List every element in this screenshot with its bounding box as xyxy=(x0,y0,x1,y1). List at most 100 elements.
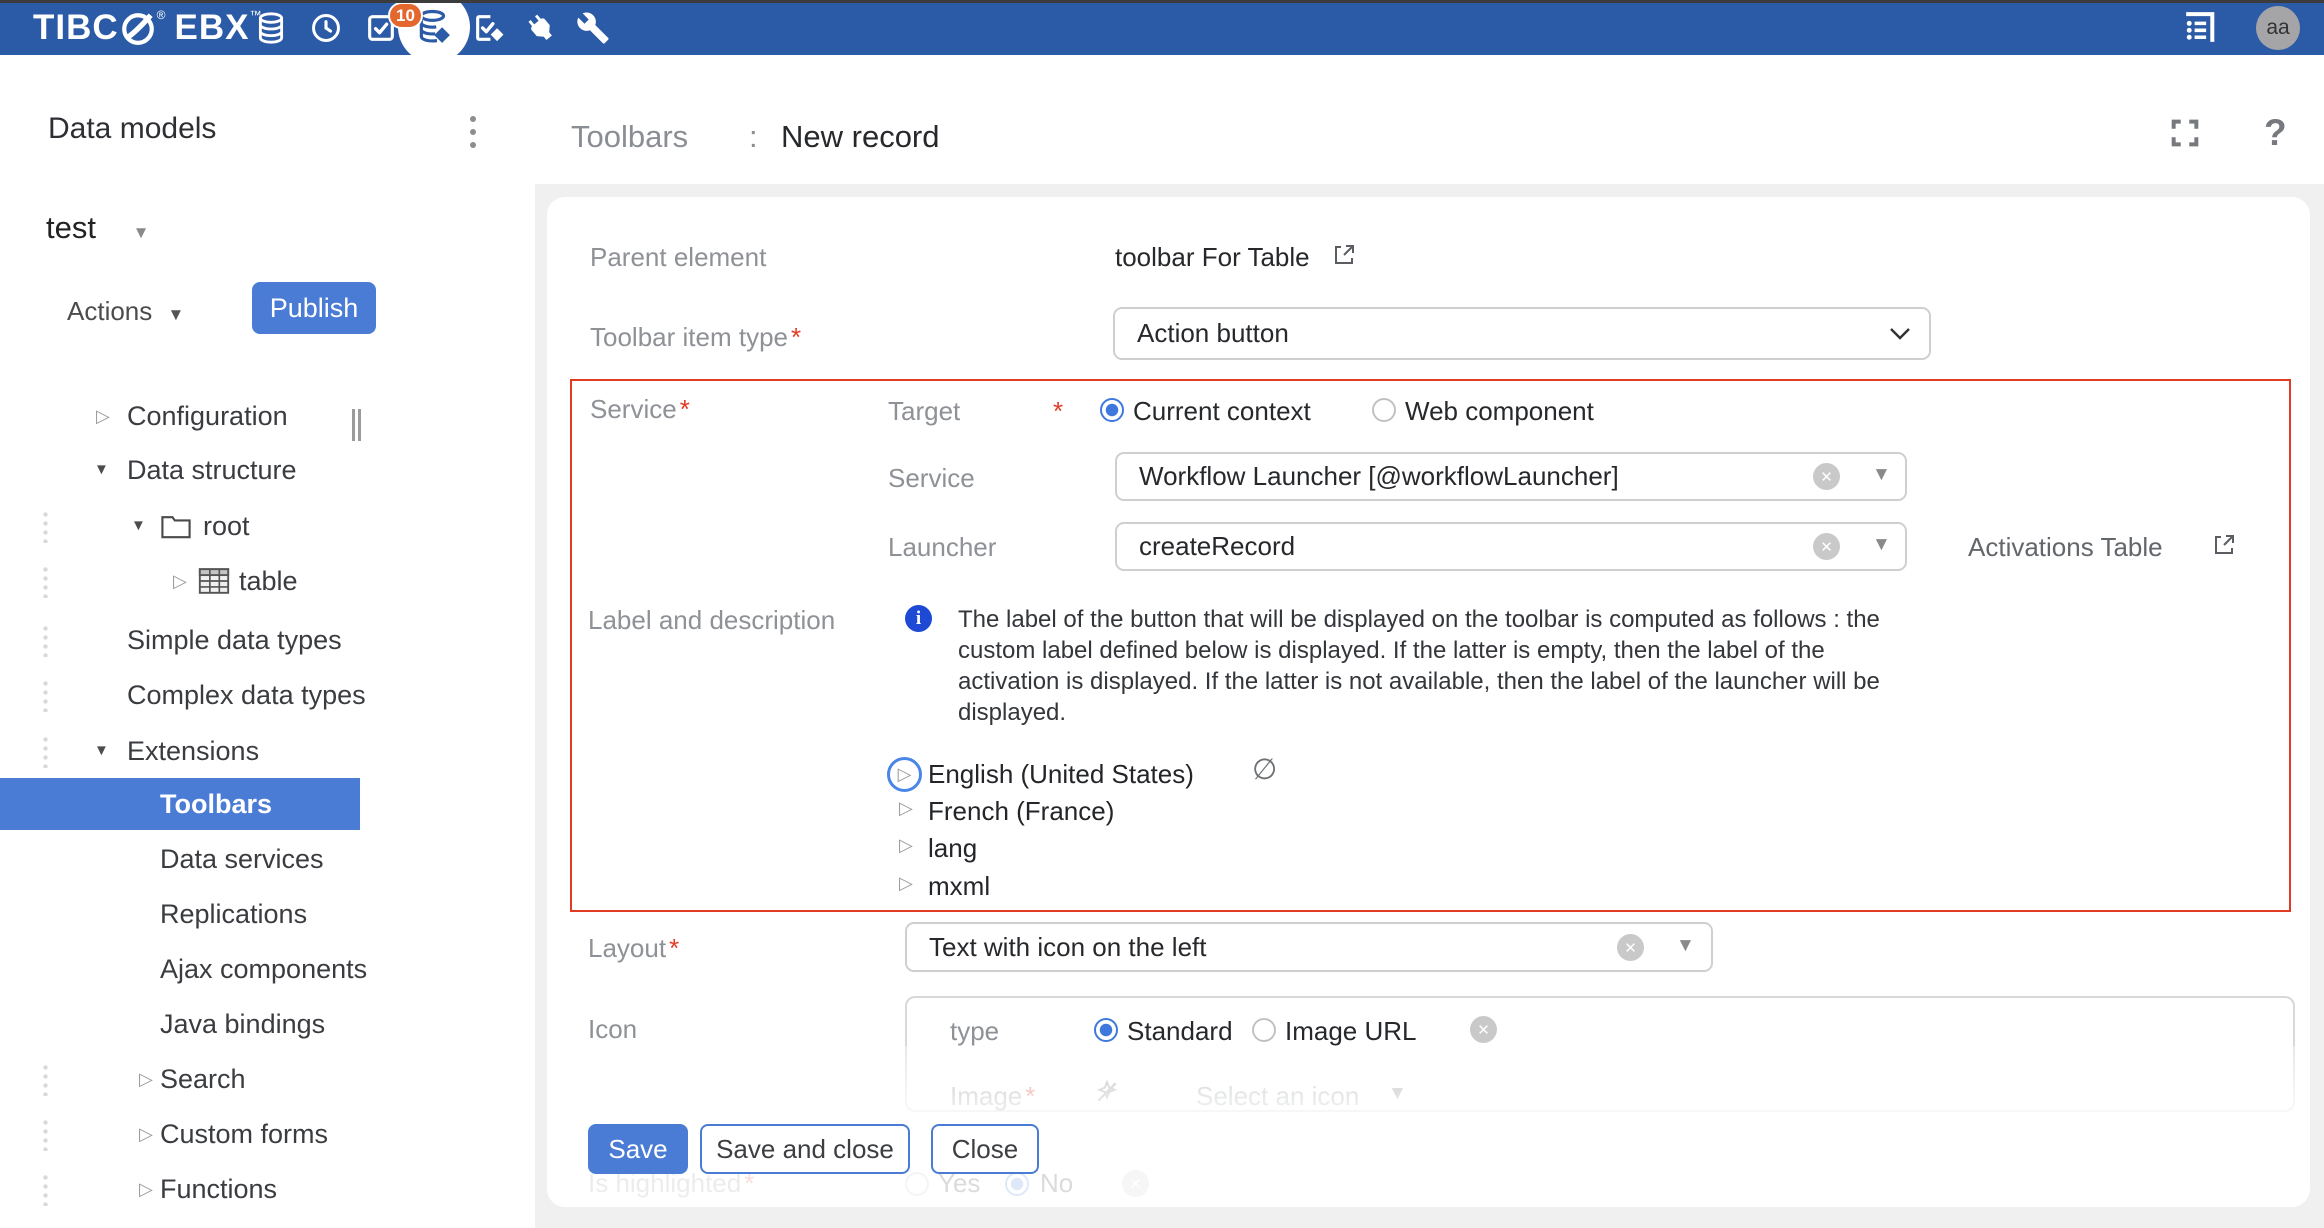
layout-value: Text with icon on the left xyxy=(929,932,1206,963)
chevron-right-icon[interactable] xyxy=(139,1167,153,1211)
chevron-right-icon[interactable] xyxy=(139,1112,153,1156)
chevron-right-icon[interactable] xyxy=(96,394,110,438)
locale-mxml[interactable]: mxml xyxy=(928,871,990,902)
icon-type-label: type xyxy=(950,1016,999,1047)
drag-handle-icon[interactable] xyxy=(43,1118,48,1151)
sidebar-resize-handle[interactable] xyxy=(352,409,361,441)
clear-layout-icon[interactable]: ✕ xyxy=(1617,934,1644,961)
service-combobox[interactable]: Workflow Launcher [@workflowLauncher] xyxy=(1115,452,1907,501)
drag-handle-icon[interactable] xyxy=(43,735,48,768)
info-line: The label of the button that will be dis… xyxy=(958,604,1880,635)
service-value: Workflow Launcher [@workflowLauncher] xyxy=(1139,461,1619,492)
sidebar-item-complex-data-types[interactable]: Complex data types xyxy=(0,673,360,717)
fullscreen-icon[interactable] xyxy=(2168,116,2202,150)
chevron-right-icon[interactable]: ▷ xyxy=(899,835,913,856)
layout-label: Layout xyxy=(588,933,679,964)
top-navigation-bar: TIBC ® EBX ™ 10 xyxy=(0,0,2324,55)
sidebar-menu-kebab-icon[interactable] xyxy=(470,116,476,148)
logo-text-ebx: EBX xyxy=(175,8,250,48)
sidebar-item-configuration[interactable]: Configuration xyxy=(0,394,360,438)
sidebar-item-root[interactable]: root xyxy=(0,504,360,548)
toolbar-item-type-select[interactable]: Action button xyxy=(1113,307,1931,360)
datasets-icon[interactable] xyxy=(253,10,289,46)
chevron-right-icon[interactable]: ▷ xyxy=(899,873,913,894)
service-field-label: Service xyxy=(888,463,975,494)
locale-lang[interactable]: lang xyxy=(928,833,977,864)
help-button[interactable]: ? xyxy=(2264,112,2287,154)
clear-icon-type-icon[interactable]: ✕ xyxy=(1470,1016,1497,1043)
publish-button[interactable]: Publish xyxy=(252,282,376,334)
session-log-icon[interactable] xyxy=(2179,10,2221,46)
empty-value-icon: ∅ xyxy=(1252,752,1277,787)
launcher-value: createRecord xyxy=(1139,531,1295,562)
clear-launcher-icon[interactable]: ✕ xyxy=(1813,533,1840,560)
tree-item-label: Complex data types xyxy=(127,673,366,717)
activations-table-link[interactable]: Activations Table xyxy=(1968,532,2163,563)
info-line: custom label defined below is displayed.… xyxy=(958,635,1880,666)
sidebar-item-toolbars-selected[interactable]: Toolbars xyxy=(0,778,360,830)
drag-handle-icon[interactable] xyxy=(43,1173,48,1206)
sidebar-item-custom-forms[interactable]: Custom forms xyxy=(0,1112,360,1156)
page-title: New record xyxy=(781,119,940,155)
drag-handle-icon[interactable] xyxy=(43,624,48,657)
sidebar-item-simple-data-types[interactable]: Simple data types xyxy=(0,618,360,662)
locale-english[interactable]: English (United States) xyxy=(928,759,1194,790)
chevron-down-icon[interactable] xyxy=(94,448,109,492)
dropdown-caret-icon[interactable]: ▼ xyxy=(1676,935,1695,957)
toolbar-item-type-label: Toolbar item type xyxy=(590,322,801,353)
tree-item-label: Simple data types xyxy=(127,618,342,662)
sidebar-item-data-structure[interactable]: Data structure xyxy=(0,448,360,492)
chevron-down-icon: ▼ xyxy=(133,223,150,242)
tibco-swoosh-icon xyxy=(120,10,156,46)
drag-handle-icon[interactable] xyxy=(43,565,48,598)
chevron-right-icon[interactable] xyxy=(139,1057,153,1101)
actions-dropdown[interactable]: Actions ▼ xyxy=(67,296,184,327)
drag-handle-icon[interactable] xyxy=(43,679,48,712)
select-chevron-icon xyxy=(1888,327,1912,341)
icon-type-image-url-radio[interactable] xyxy=(1252,1018,1276,1042)
history-clock-icon[interactable] xyxy=(308,10,344,46)
tree-item-label: Ajax components xyxy=(160,947,367,991)
info-line: activation is displayed. If the latter i… xyxy=(958,666,1880,697)
save-and-close-button[interactable]: Save and close xyxy=(700,1124,910,1174)
folder-icon xyxy=(160,513,192,539)
breadcrumb-separator: : xyxy=(749,119,758,155)
target-web-component-radio[interactable] xyxy=(1372,398,1396,422)
open-external-icon[interactable] xyxy=(2212,533,2236,557)
administration-wrench-icon[interactable] xyxy=(575,10,611,46)
dataset-selector[interactable]: test ▼ xyxy=(46,210,149,246)
sidebar-item-functions[interactable]: Functions xyxy=(0,1167,360,1211)
sidebar-item-table[interactable]: table xyxy=(0,559,360,603)
icon-type-standard-radio[interactable] xyxy=(1094,1018,1118,1042)
locale-french[interactable]: French (France) xyxy=(928,796,1114,827)
info-line: displayed. xyxy=(958,697,1880,728)
launcher-combobox[interactable]: createRecord xyxy=(1115,522,1907,571)
user-avatar[interactable]: aa xyxy=(2256,6,2300,50)
launcher-field-label: Launcher xyxy=(888,532,996,563)
workflow-edit-icon[interactable] xyxy=(471,10,507,46)
integrations-plug-icon[interactable] xyxy=(523,10,559,46)
sidebar-item-extensions[interactable]: Extensions xyxy=(0,729,360,773)
sidebar-item-data-services[interactable]: Data services xyxy=(0,837,360,881)
sidebar-item-ajax-components[interactable]: Ajax components xyxy=(0,947,360,991)
dropdown-caret-icon[interactable]: ▼ xyxy=(1872,464,1891,486)
dropdown-caret-icon[interactable]: ▼ xyxy=(1872,534,1891,556)
target-current-context-radio[interactable] xyxy=(1100,398,1124,422)
drag-handle-icon[interactable] xyxy=(43,1063,48,1096)
chevron-right-icon[interactable]: ▷ xyxy=(899,798,913,819)
drag-handle-icon[interactable] xyxy=(43,510,48,543)
sidebar-item-java-bindings[interactable]: Java bindings xyxy=(0,1002,360,1046)
label-description-label: Label and description xyxy=(588,605,835,636)
clear-service-icon[interactable]: ✕ xyxy=(1813,463,1840,490)
close-button[interactable]: Close xyxy=(931,1124,1039,1174)
locale-focus-ring[interactable]: ▷ xyxy=(887,757,922,792)
layout-combobox[interactable]: Text with icon on the left xyxy=(905,922,1713,972)
target-label: Target xyxy=(888,396,960,427)
chevron-down-icon[interactable] xyxy=(94,729,109,773)
chevron-right-icon[interactable] xyxy=(173,559,187,603)
chevron-down-icon[interactable] xyxy=(131,504,146,548)
sidebar-item-search[interactable]: Search xyxy=(0,1057,360,1101)
open-external-icon[interactable] xyxy=(1332,243,1356,267)
sidebar-item-replications[interactable]: Replications xyxy=(0,892,360,936)
save-button[interactable]: Save xyxy=(588,1124,688,1174)
